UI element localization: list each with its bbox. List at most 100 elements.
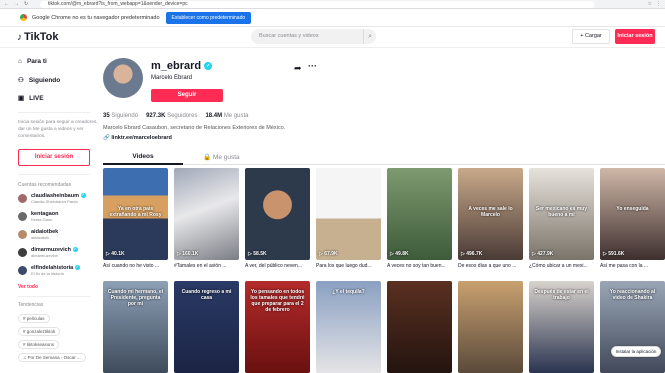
- recommended-account[interactable]: dimarmuzevich ✓ dimarmuzevich: [18, 247, 78, 258]
- trend-tag[interactable]: # gonzaleztiktok: [18, 327, 61, 336]
- menu-icon[interactable]: ⋮: [656, 1, 661, 7]
- sidebar-item-for-you[interactable]: ⌂ Para ti: [18, 58, 47, 65]
- profile-nickname: Marcelo Ebrard: [151, 75, 193, 81]
- play-icon: ▷: [390, 251, 394, 257]
- video-thumbnail[interactable]: Yo reaccionando al video de Shakira: [600, 281, 665, 373]
- play-icon: ▷: [461, 251, 465, 257]
- view-count-value: 427.9K: [537, 251, 554, 257]
- search-icon[interactable]: ⌕: [363, 29, 372, 44]
- recommended-account[interactable]: kentagaon Kenta Gaon: [18, 211, 59, 222]
- video-caption[interactable]: Así me pasa con la ...: [600, 263, 665, 269]
- video-card[interactable]: ▷ 58.5K A ver, del público neven...: [245, 168, 310, 269]
- video-caption[interactable]: De esos días a que uno ...: [458, 263, 523, 269]
- video-thumbnail[interactable]: Yo pensando en todos los tamales que ten…: [245, 281, 310, 373]
- account-subtitle: El fin de la historia: [31, 271, 64, 276]
- video-thumbnail[interactable]: [458, 281, 523, 373]
- reload-icon[interactable]: ↻: [24, 1, 28, 7]
- video-thumbnail[interactable]: Yo enseguida ▷ 591.6K: [600, 168, 665, 260]
- login-prompt: Inicia sesión para seguir a creadores, d…: [18, 120, 98, 139]
- recommended-account[interactable]: elfindelahistoria ✓ El fin de la histori…: [18, 265, 80, 276]
- video-card[interactable]: Yo enseguida ▷ 591.6K Así me pasa con la…: [600, 168, 665, 269]
- profile-bio: Marcelo Ebrard Casaubon, secretario de R…: [103, 125, 286, 131]
- video-thumbnail[interactable]: Cuando mi hermano, el Presidente, pregun…: [103, 281, 168, 373]
- back-icon[interactable]: ←: [4, 1, 9, 7]
- search-input[interactable]: Buscar cuentas y videos ⌕: [251, 29, 376, 44]
- tab-label: Me gusta: [212, 154, 240, 161]
- video-card[interactable]: ▷ 49.8K A veces no soy tan buen...: [387, 168, 452, 269]
- install-app-button[interactable]: Instalar la aplicación: [611, 346, 661, 357]
- video-card[interactable]: [458, 281, 523, 373]
- video-caption[interactable]: A ver, del público neven...: [245, 263, 310, 269]
- video-thumbnail[interactable]: ¿Y el tequila?: [316, 281, 381, 373]
- video-thumbnail[interactable]: A veces me sale lo Marcelo ▷ 496.7K: [458, 168, 523, 260]
- sidebar-item-following[interactable]: ⚇ Siguiendo: [18, 76, 61, 85]
- trends-title: Tendencias: [18, 302, 44, 308]
- trend-tag[interactable]: ♫ Por De Semana - Oscar ...: [18, 353, 86, 362]
- video-thumbnail[interactable]: Cuando regreso a mi casa: [174, 281, 239, 373]
- video-card[interactable]: Yo reaccionando al video de Shakira: [600, 281, 665, 373]
- video-caption[interactable]: Así cuando no he visto ...: [103, 263, 168, 269]
- video-card[interactable]: A veces me sale lo Marcelo ▷ 496.7K De e…: [458, 168, 523, 269]
- video-thumbnail[interactable]: [387, 281, 452, 373]
- view-count: ▷ 160.1K: [177, 251, 198, 257]
- video-card[interactable]: ▷ 160.1K #Tamales en el avión ...: [174, 168, 239, 269]
- divider: [18, 296, 90, 297]
- profile-avatar: [103, 58, 143, 98]
- login-button[interactable]: Iniciar sesión: [615, 29, 655, 44]
- view-count: ▷ 67.9K: [319, 251, 338, 257]
- sidebar-item-label: Siguiendo: [28, 76, 61, 84]
- video-card[interactable]: Después de estar en el trabajo: [529, 281, 594, 373]
- video-card[interactable]: Cuando regreso a mi casa: [174, 281, 239, 373]
- address-bar[interactable]: tiktok.com/@m_ebrard?is_from_webapp=1&se…: [40, 0, 595, 8]
- video-caption[interactable]: Para los que luego dud...: [316, 263, 381, 269]
- recommended-title: Cuentas recomendadas: [18, 182, 72, 188]
- video-card[interactable]: Ser mexicano es muy bueno a mi ▷ 427.9K …: [529, 168, 594, 269]
- video-caption[interactable]: A veces no soy tan buen...: [387, 263, 452, 269]
- followers-count: 927.3K: [146, 113, 166, 119]
- see-all-link[interactable]: Ver todo: [18, 284, 38, 290]
- video-thumbnail[interactable]: ▷ 49.8K: [387, 168, 452, 260]
- share-icon[interactable]: ➦: [294, 63, 302, 74]
- video-thumbnail[interactable]: Ser mexicano es muy bueno a mi ▷ 427.9K: [529, 168, 594, 260]
- sidebar-item-label: Para ti: [26, 58, 47, 65]
- profile-stats: 35 Siguiendo 927.3K Seguidores 18.4M Me …: [103, 113, 249, 119]
- tab-liked[interactable]: 🔒 Me gusta: [203, 153, 240, 161]
- upload-button[interactable]: + Cargar: [572, 29, 610, 44]
- tab-videos[interactable]: Videos: [103, 153, 183, 165]
- video-card[interactable]: Ya en otra pais extrañando a mi Rosy ▷ 4…: [103, 168, 168, 269]
- account-subtitle: aidaiotbek: [31, 235, 50, 240]
- recommended-account[interactable]: aidaiotbek aidaiotbek: [18, 229, 58, 240]
- followers-label: Seguidores: [167, 113, 198, 119]
- view-count: ▷ 496.7K: [461, 251, 482, 257]
- video-card[interactable]: ▷ 67.9K Para los que luego dud...: [316, 168, 381, 269]
- tag-label: Por De Semana - Oscar ...: [27, 355, 81, 360]
- video-thumbnail[interactable]: Ya en otra pais extrañando a mi Rosy ▷ 4…: [103, 168, 168, 260]
- video-card[interactable]: Cuando mi hermano, el Presidente, pregun…: [103, 281, 168, 373]
- video-thumbnail[interactable]: ▷ 67.9K: [316, 168, 381, 260]
- avatar: [18, 266, 27, 275]
- tiktok-logo[interactable]: ♪ TikTok: [17, 31, 58, 43]
- sidebar-login-button[interactable]: Iniciar sesión: [18, 149, 90, 166]
- recommended-account[interactable]: claudiasheinbaum ✓ Claudia Sheinbaum Par…: [18, 193, 86, 204]
- video-card[interactable]: Yo pensando en todos los tamales que ten…: [245, 281, 310, 373]
- follow-button[interactable]: Seguir: [151, 89, 223, 102]
- video-card[interactable]: ¿Y el tequila?: [316, 281, 381, 373]
- profile-link[interactable]: 🔗 linktr.ee/marceloebrard: [103, 135, 172, 141]
- video-thumbnail[interactable]: ▷ 58.5K: [245, 168, 310, 260]
- sidebar-item-live[interactable]: ▣ LIVE: [18, 94, 44, 103]
- avatar: [18, 230, 27, 239]
- bookmark-icon[interactable]: ☆: [648, 1, 652, 7]
- trend-tag[interactable]: # películas: [18, 314, 50, 323]
- link-text: linktr.ee/marceloebrard: [111, 135, 172, 141]
- more-options-icon[interactable]: ···: [308, 61, 317, 71]
- video-caption[interactable]: ¿Cómo ubicar a un mexi...: [529, 263, 594, 269]
- forward-icon[interactable]: →: [14, 1, 19, 7]
- video-thumbnail[interactable]: ▷ 160.1K: [174, 168, 239, 260]
- account-subtitle: Claudia Sheinbaum Pardo: [31, 199, 78, 204]
- video-overlay-text: Después de estar en el trabajo: [534, 289, 589, 301]
- set-default-button[interactable]: Establecer como predeterminado: [165, 11, 252, 24]
- video-thumbnail[interactable]: Después de estar en el trabajo: [529, 281, 594, 373]
- trend-tag[interactable]: # tiktokseasons: [18, 340, 60, 349]
- video-card[interactable]: [387, 281, 452, 373]
- video-caption[interactable]: #Tamales en el avión ...: [174, 263, 239, 269]
